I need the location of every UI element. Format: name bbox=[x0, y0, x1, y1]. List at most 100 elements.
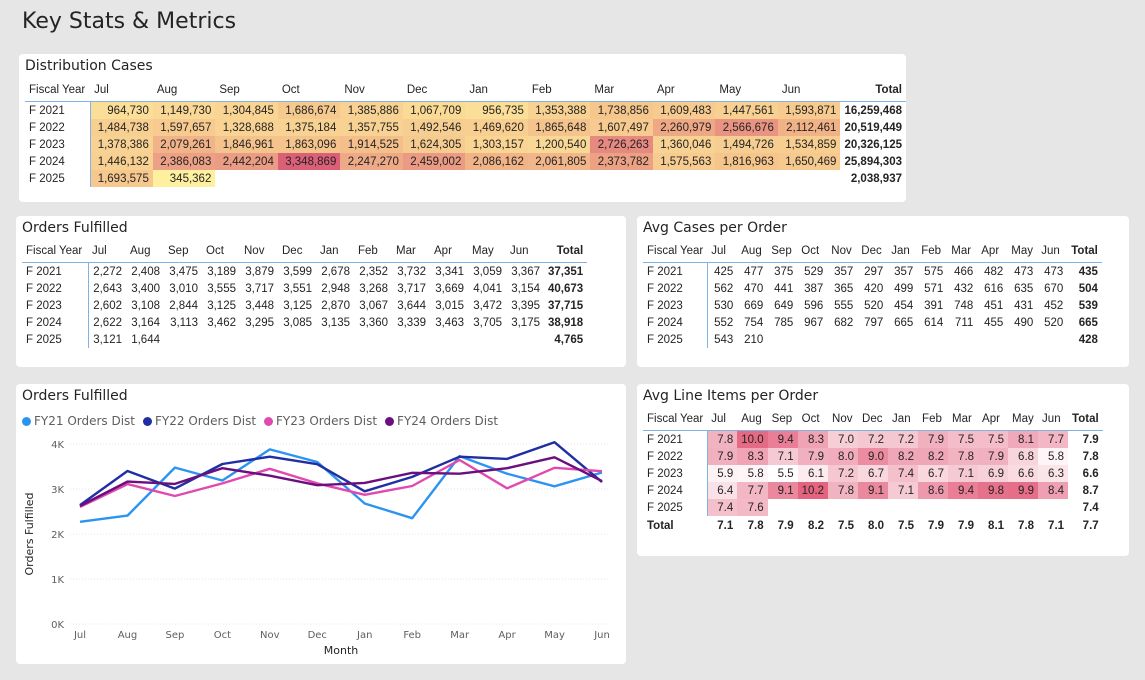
table-cell: 3,059 bbox=[473, 265, 502, 278]
row-total: 37,351 bbox=[548, 265, 584, 278]
table-cell: 7.9 bbox=[707, 448, 738, 465]
table-cell: 2,602 bbox=[93, 299, 122, 312]
row-total: 665 bbox=[1078, 316, 1098, 329]
table-cell: 5.8 bbox=[1038, 448, 1069, 465]
table-cell: 391 bbox=[924, 299, 944, 312]
table-cell bbox=[767, 331, 797, 348]
total-row-cell: 7.5 bbox=[898, 520, 915, 532]
table-cell bbox=[917, 331, 947, 348]
orders-fulfilled-matrix[interactable]: Fiscal Year Jul Aug Sep Oct Nov Dec Jan Feb Mar Ap… bbox=[22, 240, 588, 348]
table-cell bbox=[403, 170, 466, 187]
y-axis-title: Orders Fulfilled bbox=[23, 492, 36, 575]
row-total: 435 bbox=[1078, 265, 1098, 278]
row-total: 7.8 bbox=[1082, 450, 1099, 463]
table-cell: 3,295 bbox=[245, 316, 274, 329]
table-cell: 3,268 bbox=[359, 282, 388, 295]
table-cell: 596 bbox=[804, 299, 824, 312]
table-cell: 452 bbox=[1044, 299, 1064, 312]
table-cell: 1,378,386 bbox=[90, 136, 153, 153]
row-total: 37,715 bbox=[548, 299, 584, 312]
row-header-f2025: F 2025 bbox=[22, 331, 89, 348]
table-row: F 2025 543 210 428 bbox=[643, 331, 1102, 348]
column-header-aug: Aug bbox=[130, 245, 151, 257]
table-cell: 473 bbox=[1044, 265, 1064, 278]
table-cell: 670 bbox=[1044, 282, 1064, 295]
grand-total: 7.7 bbox=[1082, 520, 1099, 532]
row-total: 8.7 bbox=[1082, 484, 1099, 497]
column-header-jul: Jul bbox=[711, 413, 726, 425]
table-cell bbox=[828, 499, 858, 516]
table-cell: 682 bbox=[834, 316, 854, 329]
table-cell: 520 bbox=[1044, 316, 1064, 329]
table-cell bbox=[164, 331, 202, 348]
row-header-f2025: F 2025 bbox=[643, 499, 708, 516]
column-header-may: May bbox=[1011, 245, 1033, 257]
table-cell: 1,375,184 bbox=[277, 119, 341, 136]
table-cell: 9.9 bbox=[1008, 482, 1039, 499]
table-cell bbox=[797, 331, 827, 348]
table-cell: 2,079,261 bbox=[152, 136, 216, 153]
table-cell: 7.8 bbox=[828, 482, 859, 499]
table-cell: 1,686,674 bbox=[277, 101, 341, 119]
table-cell: 2,726,263 bbox=[590, 136, 653, 153]
y-tick-label: 2K bbox=[51, 530, 64, 541]
table-cell: 3,341 bbox=[435, 265, 464, 278]
table-cell: 3,154 bbox=[511, 282, 540, 295]
table-cell: 2,373,782 bbox=[590, 153, 653, 170]
table-cell: 1,624,305 bbox=[402, 136, 466, 153]
column-header-mar: Mar bbox=[396, 245, 416, 257]
column-header-total: Total bbox=[556, 245, 584, 257]
column-header-oct: Oct bbox=[281, 84, 300, 96]
table-cell: 530 bbox=[714, 299, 734, 312]
table-cell: 2,622 bbox=[93, 316, 122, 329]
column-header-oct: Oct bbox=[801, 245, 820, 257]
table-cell bbox=[316, 331, 354, 348]
table-cell: 2,870 bbox=[321, 299, 350, 312]
table-cell: 1,914,525 bbox=[340, 136, 403, 153]
table-cell: 956,735 bbox=[465, 101, 528, 119]
x-tick-label: Oct bbox=[214, 630, 231, 641]
table-cell: 8.6 bbox=[918, 482, 949, 499]
distribution-cases-matrix[interactable]: Fiscal Year Jul Aug Sep Oct Nov Dec Jan Feb Mar Ap… bbox=[25, 79, 906, 187]
column-header-nov: Nov bbox=[831, 245, 852, 257]
table-cell bbox=[240, 331, 278, 348]
table-cell: 665 bbox=[894, 316, 914, 329]
table-cell bbox=[1037, 331, 1067, 348]
table-cell: 7.2 bbox=[828, 465, 859, 482]
avg-cases-matrix[interactable]: Fiscal Year Jul Aug Sep Oct Nov Dec Jan Feb Mar Ap… bbox=[643, 240, 1102, 348]
table-cell: 1,846,961 bbox=[215, 136, 278, 153]
column-header-oct: Oct bbox=[206, 245, 224, 257]
x-tick-label: Jun bbox=[593, 630, 610, 641]
total-row-cell: 7.8 bbox=[747, 520, 764, 532]
table-cell: 8.1 bbox=[1008, 430, 1039, 448]
table-cell: 2,061,805 bbox=[527, 153, 591, 170]
table-cell: 669 bbox=[744, 299, 764, 312]
row-header-f2022: F 2022 bbox=[643, 280, 708, 297]
orders-line-chart[interactable]: 0K 1K 2K 3K 4K Jul Aug Sep Oct Nov Dec Jan Feb Mar Apr… bbox=[16, 384, 626, 664]
table-cell: 1,357,755 bbox=[340, 119, 403, 136]
table-cell: 7.5 bbox=[978, 430, 1009, 448]
orders-fulfilled-card: Orders Fulfilled Fiscal Year Jul Aug Sep Oct… bbox=[16, 216, 626, 367]
table-row: F 2024 2,622 3,164 3,113 3,462 3,295 3,085 3,13… bbox=[22, 314, 587, 331]
table-cell: 365 bbox=[834, 282, 854, 295]
table-cell: 1,494,726 bbox=[715, 136, 778, 153]
column-header-may: May bbox=[1012, 413, 1034, 425]
avg-line-items-matrix[interactable]: Fiscal Year Jul Aug Sep Oct Nov Dec Jan Feb Mar Ap… bbox=[643, 408, 1103, 536]
table-cell: 3,189 bbox=[207, 265, 236, 278]
table-cell bbox=[778, 170, 841, 187]
table-cell: 1,534,859 bbox=[777, 136, 841, 153]
x-axis-title: Month bbox=[324, 644, 359, 657]
row-total: 7.9 bbox=[1082, 433, 1099, 446]
table-row: F 2023 2,602 3,108 2,844 3,125 3,448 3,125 2,87… bbox=[22, 297, 587, 314]
x-tick-label: Jan bbox=[356, 630, 372, 641]
table-cell: 967 bbox=[804, 316, 824, 329]
table-cell bbox=[887, 331, 917, 348]
table-cell: 8.2 bbox=[918, 448, 949, 465]
table-cell: 3,348,869 bbox=[277, 153, 341, 170]
table-cell: 3,010 bbox=[169, 282, 198, 295]
row-total: 7.4 bbox=[1082, 501, 1099, 514]
table-cell: 616 bbox=[984, 282, 1004, 295]
column-header-aug: Aug bbox=[741, 245, 762, 257]
table-cell: 470 bbox=[744, 282, 764, 295]
table-cell: 7.9 bbox=[797, 448, 829, 465]
